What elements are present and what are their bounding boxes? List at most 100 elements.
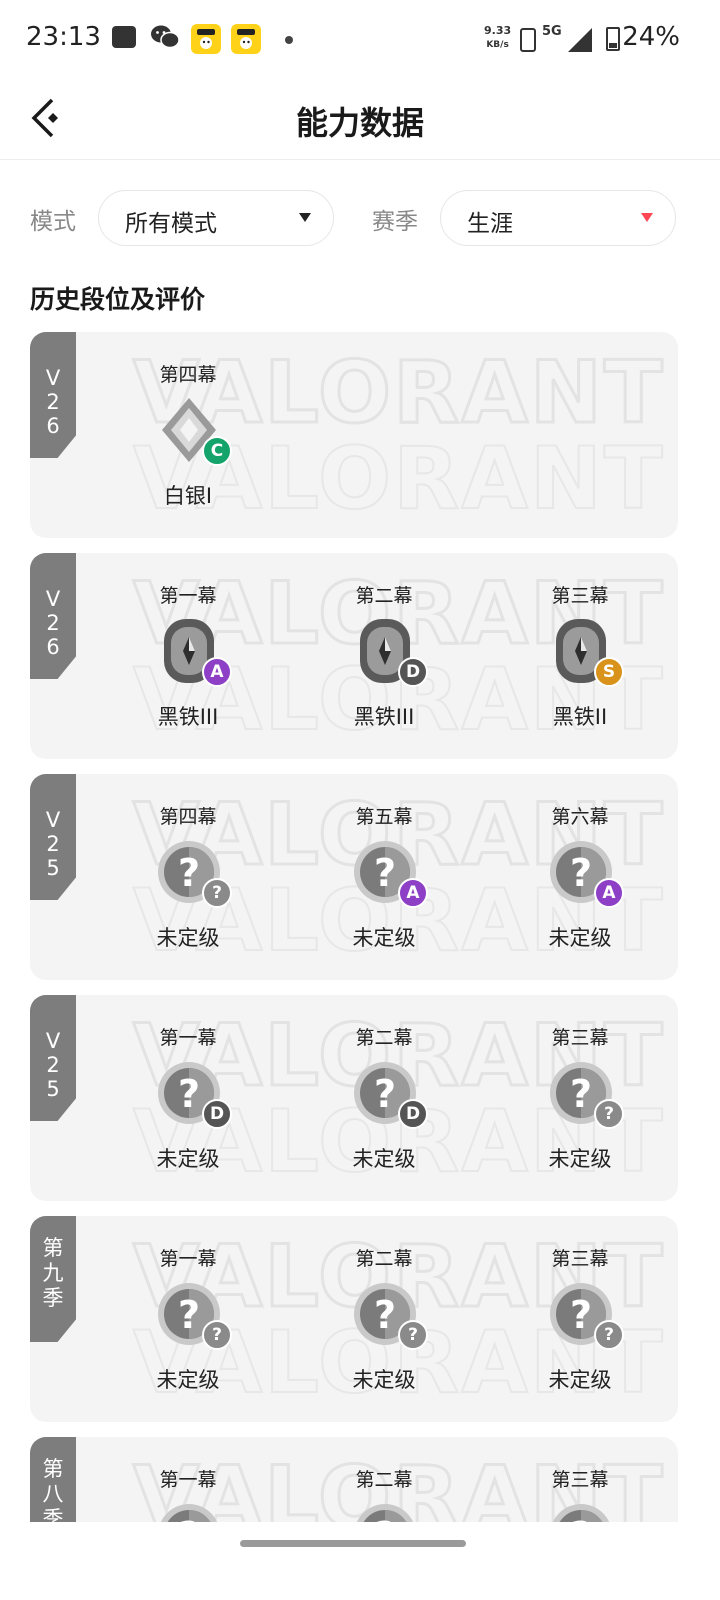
svg-text:?: ?: [570, 1072, 592, 1116]
season-tag-label: 第八季: [42, 1457, 64, 1522]
act-item[interactable]: 第二幕?? 未定级: [286, 1216, 482, 1422]
grade-badge: D: [202, 1099, 232, 1129]
act-label: 第二幕: [355, 1469, 413, 1491]
act-list: 第一幕 A 黑铁III 第二幕 D 黑铁III 第三幕 S 黑铁II: [90, 553, 678, 759]
act-label: 第三幕: [551, 585, 609, 607]
caret-down-icon: [641, 213, 653, 222]
grade-badge: D: [398, 1099, 428, 1129]
season-tag-label: 第九季: [42, 1236, 64, 1310]
svg-text:?: ?: [374, 851, 396, 895]
act-item[interactable]: 第一幕?? 未定级: [90, 1216, 286, 1422]
grade-badge: ?: [202, 878, 232, 908]
season-label: 赛季: [372, 209, 418, 235]
svg-text:?: ?: [570, 1514, 592, 1522]
season-tag: V26: [30, 553, 76, 679]
bottom-area: [0, 1522, 720, 1600]
act-label: 第二幕: [355, 1027, 413, 1049]
status-time: 23:13: [26, 22, 101, 52]
act-label: 第一幕: [159, 1469, 217, 1491]
rank-name: 未定级: [352, 926, 416, 950]
rank-name: 未定级: [548, 1147, 612, 1171]
act-item[interactable]: 第三幕 S 黑铁II: [482, 553, 678, 759]
act-list: 第一幕?? 未定级 第二幕?? 未定级 第三幕?? 未定级: [90, 1216, 678, 1422]
act-list: 第一幕? D 未定级 第二幕? D 未定级 第三幕?? 未定级: [90, 995, 678, 1201]
rank-name: 未定级: [352, 1147, 416, 1171]
battery-percent: 24%: [622, 22, 680, 52]
page-title: 能力数据: [295, 104, 424, 142]
season-tag: V25: [30, 774, 76, 900]
svg-text:?: ?: [374, 1293, 396, 1337]
xianyu-app-icon-2: [231, 24, 261, 54]
app-header: 能力数据: [0, 80, 720, 160]
rank-name: 未定级: [548, 1368, 612, 1392]
act-item[interactable]: 第三幕?? 未定级: [482, 1216, 678, 1422]
svg-text:?: ?: [178, 1514, 200, 1522]
mode-select[interactable]: 所有模式: [98, 190, 334, 246]
hd-call-icon: [520, 28, 536, 52]
rank-name: 白银I: [163, 484, 213, 508]
act-item[interactable]: 第二幕? D 未定级: [286, 995, 482, 1201]
rank-history-list[interactable]: VALORANT VALORANT V26 第四幕 C 白银I VALORANT VALORA…: [30, 332, 678, 1522]
season-tag: 第八季: [30, 1437, 76, 1522]
grade-badge: ?: [594, 1099, 624, 1129]
season-card: VALORANT VALORANT 第九季 第一幕?? 未定级 第二幕?? 未定级 第三幕??…: [30, 1216, 678, 1422]
svg-text:?: ?: [178, 851, 200, 895]
svg-text:?: ?: [374, 1072, 396, 1116]
act-label: 第三幕: [551, 1248, 609, 1270]
act-item[interactable]: 第六幕? A 未定级: [482, 774, 678, 980]
grade-badge: ?: [398, 1320, 428, 1350]
network-type: 5G: [542, 24, 562, 39]
signal-icon: [568, 28, 592, 52]
season-select-value: 生涯: [467, 211, 513, 237]
svg-text:?: ?: [178, 1072, 200, 1116]
season-tag-label: V25: [45, 808, 61, 880]
act-label: 第五幕: [355, 806, 413, 828]
act-item[interactable]: 第一幕?: [90, 1437, 286, 1522]
season-tag: 第九季: [30, 1216, 76, 1342]
rank-name: 未定级: [156, 926, 220, 950]
act-item[interactable]: 第二幕 D 黑铁III: [286, 553, 482, 759]
act-item[interactable]: 第一幕 A 黑铁III: [90, 553, 286, 759]
act-label: 第六幕: [551, 806, 609, 828]
grade-badge: ?: [202, 1320, 232, 1350]
act-list: 第四幕 C 白银I: [90, 332, 678, 538]
act-label: 第二幕: [355, 585, 413, 607]
svg-text:?: ?: [570, 1293, 592, 1337]
season-card: VALORANT VALORANT V26 第一幕 A 黑铁III 第二幕 D 黑铁III 第三幕…: [30, 553, 678, 759]
season-tag-label: V26: [45, 587, 61, 659]
season-select[interactable]: 生涯: [440, 190, 676, 246]
act-label: 第四幕: [159, 364, 217, 386]
grade-badge: A: [202, 657, 232, 687]
act-item[interactable]: 第四幕?? 未定级: [90, 774, 286, 980]
xianyu-app-icon: [191, 24, 221, 54]
season-tag-label: V26: [45, 366, 61, 438]
home-indicator[interactable]: [240, 1540, 466, 1547]
grade-badge: A: [594, 878, 624, 908]
rank-name: 黑铁III: [353, 705, 415, 729]
act-label: 第一幕: [159, 1027, 217, 1049]
mode-select-value: 所有模式: [125, 211, 217, 237]
rank-name: 未定级: [156, 1147, 220, 1171]
act-item[interactable]: 第二幕?: [286, 1437, 482, 1522]
act-label: 第四幕: [159, 806, 217, 828]
status-bar: 23:13 9.33 KB/s 5G 24%: [0, 0, 720, 80]
filter-bar: 模式 所有模式 赛季 生涯: [30, 190, 690, 246]
network-speed-unit: KB/s: [486, 40, 509, 50]
act-label: 第三幕: [551, 1469, 609, 1491]
svg-text:?: ?: [570, 851, 592, 895]
mode-label: 模式: [30, 209, 76, 235]
act-item[interactable]: 第一幕? D 未定级: [90, 995, 286, 1201]
unranked-rank-icon: ?: [550, 1499, 612, 1522]
act-item[interactable]: 第三幕?: [482, 1437, 678, 1522]
wechat-icon: [151, 25, 180, 49]
grade-badge: S: [594, 657, 624, 687]
act-item[interactable]: 第四幕 C 白银I: [90, 332, 286, 538]
act-item[interactable]: 第三幕?? 未定级: [482, 995, 678, 1201]
grade-badge: D: [398, 657, 428, 687]
grade-badge: ?: [594, 1320, 624, 1350]
grade-badge: A: [398, 878, 428, 908]
season-tag: V26: [30, 332, 76, 458]
unranked-rank-icon: ?: [158, 1499, 220, 1522]
rank-name: 黑铁II: [552, 705, 608, 729]
act-item[interactable]: 第五幕? A 未定级: [286, 774, 482, 980]
